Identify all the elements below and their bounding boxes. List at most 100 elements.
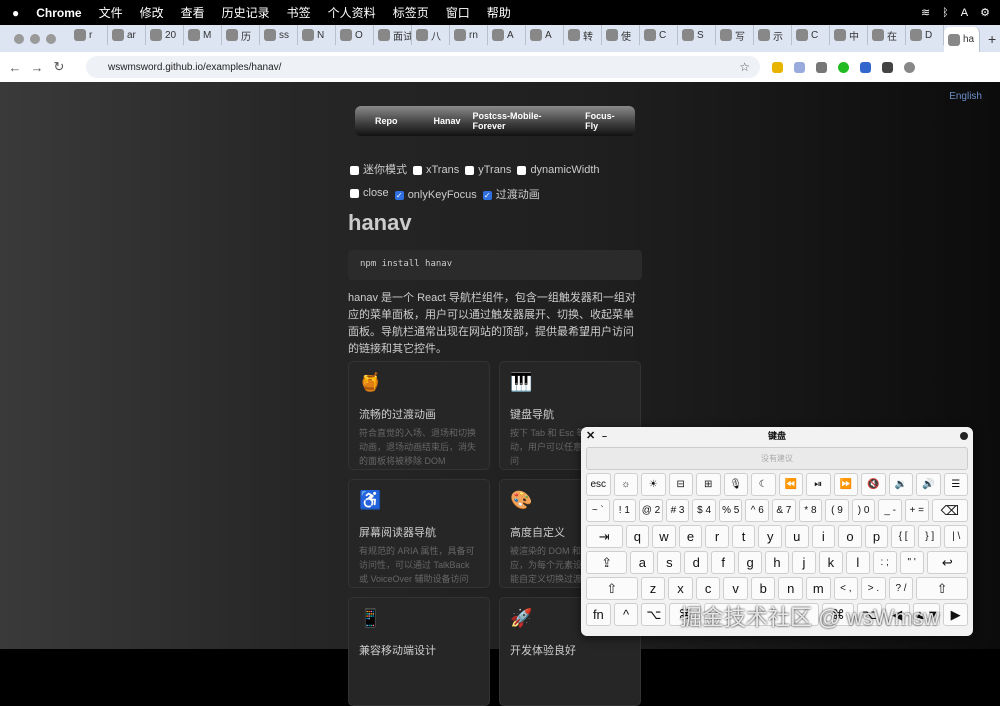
key[interactable]: ⏩ [833, 473, 858, 496]
key[interactable]: & 7 [772, 499, 796, 522]
checkbox[interactable] [413, 166, 422, 175]
browser-tab[interactable]: ar [108, 25, 146, 45]
key[interactable]: ⇧ [916, 577, 968, 600]
menu-help[interactable]: 帮助 [487, 4, 511, 21]
nav-postcss[interactable]: Postcss-Mobile-Forever [469, 111, 578, 131]
browser-tab[interactable]: ha [944, 27, 980, 52]
key[interactable]: 🎙 [723, 473, 748, 496]
browser-tab[interactable]: ss [260, 25, 298, 45]
browser-tab[interactable]: A [526, 25, 564, 45]
menu-file[interactable]: 文件 [99, 4, 123, 21]
key[interactable]: % 5 [718, 499, 743, 522]
browser-tab[interactable]: 八 [412, 25, 450, 45]
key[interactable]: k [818, 551, 843, 574]
key[interactable]: esc [586, 473, 611, 496]
key[interactable]: n [778, 577, 804, 600]
nav-hanav[interactable]: Hanav [426, 116, 469, 126]
checkbox[interactable] [517, 166, 527, 175]
key[interactable]: ⊞ [696, 473, 721, 496]
option-checkbox[interactable]: close [350, 183, 389, 204]
browser-tab[interactable]: S [678, 25, 716, 45]
key[interactable]: b [750, 577, 776, 600]
url-field[interactable]: wswmsword.github.io/examples/hanav/ ☆ [86, 56, 760, 78]
key[interactable]: j [791, 551, 816, 574]
key[interactable]: t [731, 525, 756, 548]
browser-tab[interactable]: r [70, 25, 108, 45]
checkbox[interactable]: ✓ [394, 191, 404, 200]
key[interactable]: { [ [891, 525, 915, 548]
key[interactable]: ↩ [926, 551, 969, 574]
browser-tab[interactable]: 使 [602, 25, 640, 45]
key[interactable]: # 3 [665, 499, 690, 522]
wifi-icon[interactable]: ≋ [921, 6, 930, 19]
menu-history[interactable]: 历史记录 [222, 4, 270, 21]
key[interactable]: a [630, 551, 655, 574]
option-checkbox[interactable]: ✓ onlyKeyFocus [394, 185, 477, 206]
option-checkbox[interactable]: 迷你模式 [350, 160, 407, 181]
key[interactable]: ☀ [641, 473, 666, 496]
key[interactable]: ⏯ [806, 473, 831, 496]
browser-tab[interactable]: 20 [146, 25, 184, 45]
key[interactable]: ! 1 [612, 499, 637, 522]
browser-tab[interactable]: C [792, 25, 830, 45]
key[interactable]: z [640, 577, 666, 600]
menu-view[interactable]: 查看 [181, 4, 205, 21]
key[interactable]: ) 0 [851, 499, 876, 522]
key[interactable]: s [657, 551, 682, 574]
key[interactable]: g [738, 551, 763, 574]
options-icon[interactable] [960, 432, 968, 440]
browser-tab[interactable]: 在 [868, 25, 906, 45]
key[interactable]: p [864, 525, 889, 548]
key[interactable]: ( 9 [825, 499, 849, 522]
window-controls[interactable] [0, 33, 70, 44]
checkbox[interactable]: ✓ [482, 191, 492, 200]
key[interactable]: ☾ [751, 473, 776, 496]
bookmark-star-icon[interactable]: ☆ [739, 60, 750, 74]
key[interactable]: y [758, 525, 782, 548]
browser-tab[interactable]: 写 [716, 25, 754, 45]
key[interactable]: m [806, 577, 831, 600]
key[interactable]: ^ [613, 603, 639, 626]
key[interactable]: l [845, 551, 870, 574]
key[interactable]: : ; [872, 551, 897, 574]
browser-tab[interactable]: 转 [564, 25, 602, 45]
key[interactable]: ⇥ [586, 525, 623, 548]
menu-bookmarks[interactable]: 书签 [287, 4, 311, 21]
key[interactable]: ⌥ [641, 603, 667, 626]
menu-profiles[interactable]: 个人资料 [328, 4, 376, 21]
key[interactable]: f [711, 551, 736, 574]
key[interactable]: i [811, 525, 836, 548]
bluetooth-icon[interactable]: ᛒ [942, 7, 949, 19]
key[interactable]: q [625, 525, 650, 548]
key[interactable]: > . [861, 577, 886, 600]
browser-tab[interactable]: C [640, 25, 678, 45]
key[interactable]: ⊟ [668, 473, 693, 496]
browser-tab[interactable]: 历 [222, 25, 260, 45]
key[interactable]: ? / [888, 577, 914, 600]
key[interactable]: ⇪ [586, 551, 628, 574]
key[interactable]: * 8 [798, 499, 823, 522]
option-checkbox[interactable]: yTrans [465, 160, 511, 181]
key[interactable]: ⇧ [586, 577, 638, 600]
key[interactable]: < , [833, 577, 859, 600]
forward-icon[interactable]: → [26, 60, 48, 75]
menu-window[interactable]: 窗口 [446, 4, 470, 21]
nav-focus-fly[interactable]: Focus-Fly [577, 111, 635, 131]
key[interactable]: ☰ [943, 473, 968, 496]
key[interactable]: ⏪ [778, 473, 803, 496]
key[interactable]: h [765, 551, 789, 574]
browser-tab[interactable]: A [488, 25, 526, 45]
browser-tab[interactable]: 面试 [374, 25, 412, 45]
checkbox[interactable] [465, 166, 475, 175]
key[interactable]: v [723, 577, 748, 600]
key[interactable]: + = [904, 499, 929, 522]
key[interactable]: e [678, 525, 703, 548]
key[interactable]: c [695, 577, 721, 600]
key[interactable]: u [784, 525, 809, 548]
menu-edit[interactable]: 修改 [140, 4, 164, 21]
key[interactable]: ⌫ [931, 499, 969, 522]
browser-tab[interactable]: N [298, 25, 336, 45]
key[interactable]: ^ 6 [745, 499, 770, 522]
browser-tab[interactable]: M [184, 25, 222, 45]
key[interactable]: 🔉 [888, 473, 913, 496]
